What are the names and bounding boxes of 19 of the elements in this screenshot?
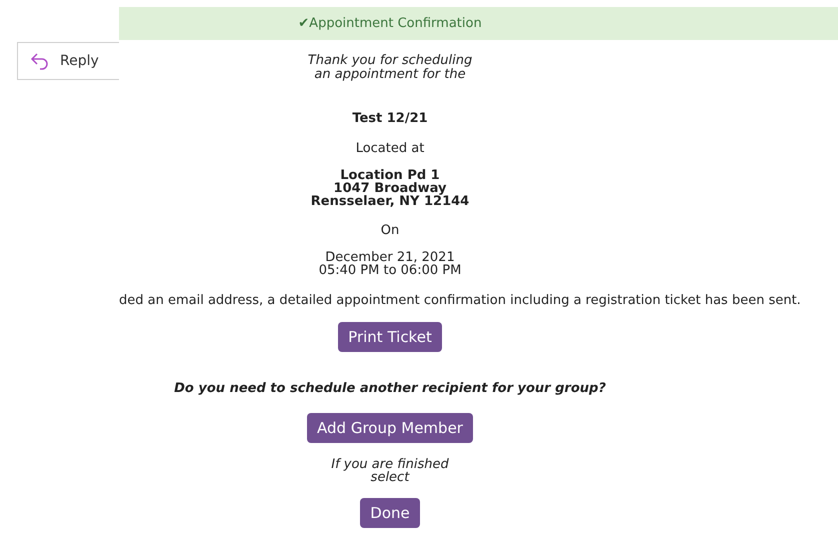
address-line: Rensselaer, NY 12144 — [310, 195, 470, 208]
address-line: 1047 Broadway — [334, 182, 446, 195]
add-group-member-button[interactable]: Add Group Member — [307, 412, 473, 442]
email-notice: ded an email address, a detailed appointment confirmation including a registration ticket has been sent. — [119, 292, 802, 310]
date-line: 05:40 PM to 06:00 PM — [318, 264, 462, 276]
finished-prompt: If you are finished select — [330, 458, 450, 484]
print-ticket-button[interactable]: Print Ticket — [338, 322, 442, 352]
address-line: Location Pd 1 — [340, 169, 440, 182]
event-name: Test 12/21 — [352, 110, 428, 128]
group-question: Do you need to schedule another recipient for your group? — [174, 380, 606, 398]
done-button[interactable]: Done — [360, 498, 420, 528]
check-icon: ✔ — [298, 14, 310, 34]
intro-text: Thank you for scheduling an appointment for the — [306, 54, 474, 82]
reply-button[interactable]: Reply — [17, 42, 119, 80]
reply-arrow-icon — [30, 52, 50, 70]
date-line: December 21, 2021 — [325, 250, 455, 264]
on-label: On — [380, 222, 400, 240]
located-label: Located at — [356, 140, 424, 158]
banner-title: Appointment Confirmation — [309, 14, 482, 33]
